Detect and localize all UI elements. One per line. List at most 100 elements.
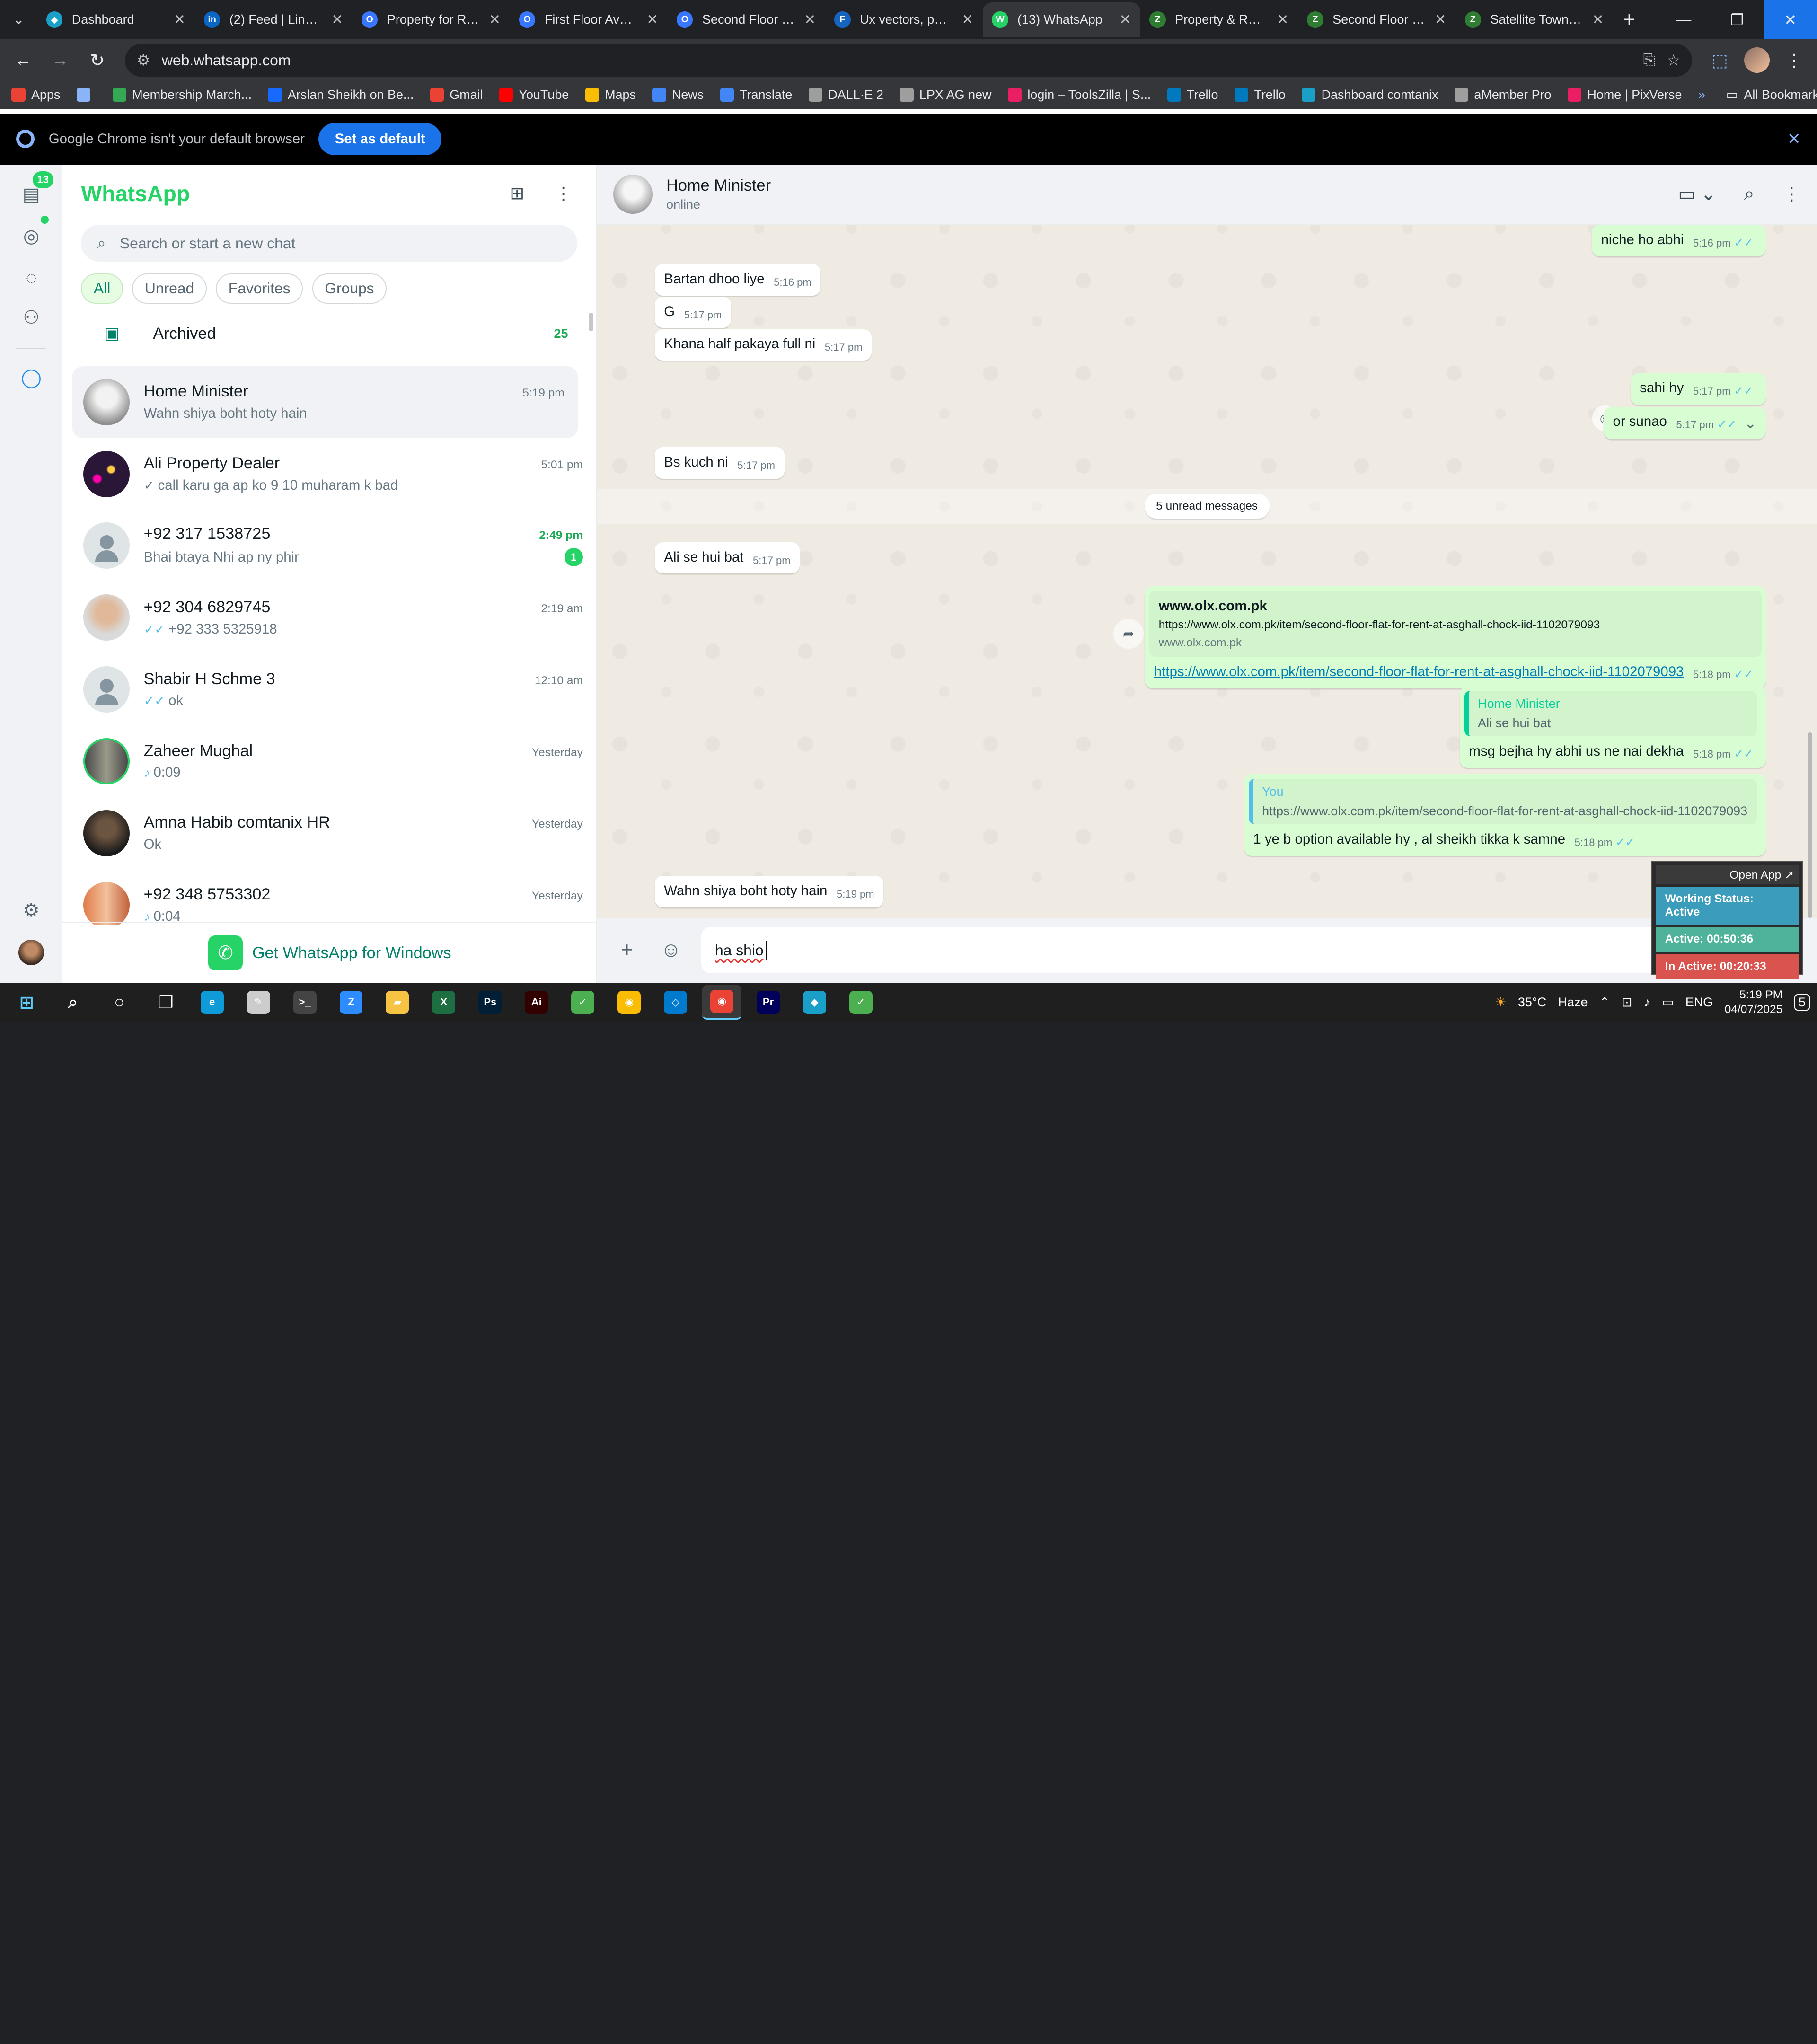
bookmark-item[interactable]: Apps xyxy=(11,88,60,102)
chat-list-item[interactable]: +92 304 6829745 2:19 am ✓✓ +92 333 5325918 xyxy=(62,581,597,653)
chat-avatar[interactable] xyxy=(83,594,130,641)
attach-plus-icon[interactable]: + xyxy=(613,936,641,964)
browser-tab[interactable]: O Property for Rent ✕ xyxy=(352,2,510,37)
conversation-header[interactable]: Home Minister online ▭ ⌄ ⌕ ⋮ xyxy=(597,164,1817,225)
incoming-message[interactable]: Khana half pakaya full ni 5:17 pm xyxy=(654,329,872,361)
clock[interactable]: 5:19 PM 04/07/2025 xyxy=(1725,987,1782,1018)
bookmark-item[interactable]: LPX AG new xyxy=(900,88,992,102)
browser-tab[interactable]: W (13) WhatsApp ✕ xyxy=(982,2,1140,37)
taskbar-task-view-icon[interactable]: ❐ xyxy=(146,985,185,1020)
bookmark-item[interactable]: Gmail xyxy=(430,88,483,102)
bookmark-item[interactable]: Translate xyxy=(720,88,792,102)
chat-list-item[interactable]: Home Minister 5:19 pm Wahn shiya boht hoty… xyxy=(71,366,579,438)
search-input[interactable]: ⌕ Search or start a new chat xyxy=(81,225,578,262)
tab-close-icon[interactable]: ✕ xyxy=(646,11,658,28)
weather-icon[interactable]: ☀ xyxy=(1495,995,1506,1010)
meta-ai-icon[interactable]: ◯ xyxy=(18,364,45,392)
filter-chip[interactable]: Favorites xyxy=(216,273,303,304)
chat-avatar[interactable] xyxy=(83,666,130,713)
tray-chevron-icon[interactable]: ⌃ xyxy=(1599,995,1610,1010)
bookmark-item[interactable]: login – ToolsZilla | S... xyxy=(1007,88,1151,102)
messages-scrollbar[interactable] xyxy=(1808,732,1813,918)
install-app-icon[interactable]: ⎘ xyxy=(1643,51,1655,69)
tab-close-icon[interactable]: ✕ xyxy=(1277,11,1289,28)
taskbar-explorer-icon[interactable]: ▰ xyxy=(378,985,417,1020)
back-arrow-icon[interactable]: ← xyxy=(7,44,40,77)
profile-avatar[interactable] xyxy=(18,939,45,967)
filter-chip[interactable]: All xyxy=(81,273,123,304)
chat-avatar[interactable] xyxy=(83,738,130,784)
chat-avatar[interactable] xyxy=(83,810,130,856)
taskbar-pen-icon[interactable]: ✎ xyxy=(238,985,278,1020)
filter-chip[interactable]: Unread xyxy=(132,273,207,304)
browser-tab[interactable]: ◆ Dashboard ✕ xyxy=(37,2,194,37)
profile-avatar[interactable] xyxy=(1740,44,1773,77)
taskbar-cortana-icon[interactable]: ○ xyxy=(100,985,139,1020)
chat-list-item[interactable]: Zaheer Mughal Yesterday ♪ 0:09 xyxy=(62,725,597,797)
incoming-message[interactable]: Bs kuch ni 5:17 pm xyxy=(654,447,785,479)
outgoing-message[interactable]: Home Minister Ali se hui bat msg bejha hy … xyxy=(1459,686,1766,768)
taskbar-premiere-icon[interactable]: Pr xyxy=(749,985,788,1020)
browser-tab[interactable]: Z Second Floor Flat ✕ xyxy=(1298,2,1455,37)
volume-icon[interactable]: ♪ xyxy=(1644,995,1650,1010)
chat-avatar[interactable] xyxy=(83,881,130,925)
taskbar-chrome-active-icon[interactable]: ◉ xyxy=(702,985,742,1020)
forward-icon[interactable]: ➦ xyxy=(1113,618,1144,649)
message-options-chevron-icon[interactable]: ⌄ xyxy=(1740,414,1757,432)
contact-avatar[interactable] xyxy=(613,174,653,214)
tab-close-icon[interactable]: ✕ xyxy=(331,11,343,28)
video-call-icon[interactable]: ▭ ⌄ xyxy=(1678,184,1716,205)
tab-close-icon[interactable]: ✕ xyxy=(1435,11,1447,28)
forward-arrow-icon[interactable]: → xyxy=(44,44,77,77)
bookmark-item[interactable]: YouTube xyxy=(499,88,569,102)
outgoing-message[interactable]: niche ho abhi 5:16 pm ✓✓ xyxy=(1592,225,1766,257)
taskbar-chrome-icon[interactable]: ◉ xyxy=(609,985,649,1020)
bookmark-star-icon[interactable]: ☆ xyxy=(1667,51,1681,69)
more-bookmarks-chevron-icon[interactable]: » xyxy=(1698,88,1705,102)
get-whatsapp-windows-banner[interactable]: ✆ Get WhatsApp for Windows xyxy=(62,922,597,982)
chrome-menu-icon[interactable]: ⋮ xyxy=(1778,44,1810,77)
minimize-icon[interactable]: — xyxy=(1657,0,1711,39)
extensions-icon[interactable]: ⬚ xyxy=(1703,44,1736,77)
browser-tab[interactable]: Z Satellite Town 5 M ✕ xyxy=(1455,2,1613,37)
sticker-icon[interactable]: ☺ xyxy=(657,936,685,964)
sidebar-menu-icon[interactable]: ⋮ xyxy=(549,180,577,208)
set-as-default-button[interactable]: Set as default xyxy=(318,123,441,156)
chat-avatar[interactable] xyxy=(83,379,130,425)
incoming-message[interactable]: Ali se hui bat 5:17 pm xyxy=(654,542,800,574)
incoming-message[interactable]: Bartan dhoo liye 5:16 pm xyxy=(654,264,821,296)
chat-list-item[interactable]: +92 317 1538725 2:49 pm Bhai btaya Nhi ap … xyxy=(62,510,597,582)
tab-close-icon[interactable]: ✕ xyxy=(1120,11,1131,28)
incoming-message[interactable]: Wahn shiya boht hoty hain 5:19 pm xyxy=(654,876,884,907)
chat-list-item[interactable]: Amna Habib comtanix HR Yesterday Ok xyxy=(62,797,597,869)
infobar-close-icon[interactable]: ✕ xyxy=(1787,130,1801,149)
bookmark-item[interactable]: aMember Pro xyxy=(1454,88,1552,102)
taskbar-app-blue-icon[interactable]: ◆ xyxy=(795,985,834,1020)
bookmark-item[interactable] xyxy=(76,88,97,102)
reload-icon[interactable]: ↻ xyxy=(81,44,114,77)
open-app-button[interactable]: Open App ↗ xyxy=(1656,865,1799,884)
bookmark-item[interactable]: Trello xyxy=(1234,88,1286,102)
channels-icon[interactable]: ◌ xyxy=(18,264,45,292)
restore-icon[interactable]: ❐ xyxy=(1711,0,1764,39)
tab-close-icon[interactable]: ✕ xyxy=(489,11,501,28)
new-tab-button[interactable]: + xyxy=(1613,3,1646,36)
taskbar-photoshop-icon[interactable]: Ps xyxy=(470,985,510,1020)
tab-search-chevron-icon[interactable]: ⌄ xyxy=(0,0,37,39)
taskbar-vscode-icon[interactable]: ◇ xyxy=(656,985,695,1020)
tab-close-icon[interactable]: ✕ xyxy=(1592,11,1604,28)
conversation-menu-icon[interactable]: ⋮ xyxy=(1782,184,1801,205)
bookmark-item[interactable]: News xyxy=(652,88,704,102)
contact-info[interactable]: Home Minister online xyxy=(666,176,771,212)
bookmark-item[interactable]: Home | PixVerse xyxy=(1567,88,1682,102)
quoted-message[interactable]: Home Minister Ali se hui bat xyxy=(1464,690,1757,736)
message-input[interactable]: ha shio xyxy=(701,927,1748,974)
quoted-message[interactable]: You https://www.olx.com.pk/item/second-fl… xyxy=(1248,778,1757,824)
outgoing-message[interactable]: You https://www.olx.com.pk/item/second-fl… xyxy=(1244,774,1766,856)
taskbar-app-green-2-icon[interactable]: ✓ xyxy=(841,985,881,1020)
browser-tab[interactable]: F Ux vectors, photos ✕ xyxy=(825,2,983,37)
browser-tab[interactable]: in (2) Feed | LinkedIn ✕ xyxy=(194,2,352,37)
taskbar-edge-icon[interactable]: e xyxy=(193,985,232,1020)
outgoing-message[interactable]: or sunao 5:17 pm ✓✓ ⌄ xyxy=(1603,406,1766,439)
taskbar-zoom-icon[interactable]: Z xyxy=(331,985,370,1020)
